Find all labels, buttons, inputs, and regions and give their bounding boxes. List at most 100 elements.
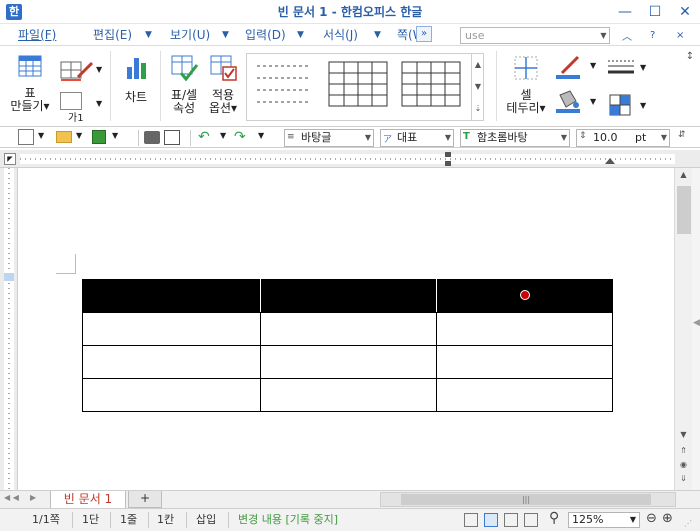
undo-dropdown[interactable]: ▼ [220,131,226,140]
command-dropdown-arrow[interactable]: ▼ [597,27,610,44]
table-cell[interactable] [82,279,261,313]
gallery-scroll-icon[interactable]: ▲ ▼ ⇣ [471,54,484,120]
panel-toggle-icon[interactable]: ◀ [693,318,700,328]
goto-icon[interactable]: ◉ [676,460,691,474]
open-folder-icon[interactable] [56,131,72,143]
maximize-button[interactable]: ☐ [640,0,670,24]
cell-split-dropdown[interactable]: ▼ [640,101,646,110]
minimize-button[interactable]: — [610,0,640,24]
ribbon-close-icon[interactable]: × [676,30,684,41]
tab-scroll-left-icon[interactable]: ◀ ◀ [4,493,19,502]
table-cell[interactable] [436,312,613,346]
table-cell-properties-button[interactable]: 표/셀 속성 [166,53,202,123]
status-page[interactable]: 1/1쪽 [32,509,60,531]
next-page-icon[interactable]: ⇓ [676,474,691,488]
zoom-out-icon[interactable]: ⊖ [646,511,657,526]
ribbon-scroll-icon[interactable]: ↕ [682,51,698,123]
line-style-dropdown[interactable]: ▼ [640,63,646,72]
chart-button[interactable]: 차트 [118,53,154,113]
save-icon[interactable] [92,130,106,144]
char-style-box-icon[interactable] [60,92,82,110]
status-insert-mode[interactable]: 삽입 [196,509,216,531]
menu-format[interactable]: 서식(J) [323,24,367,46]
cell-fill-button[interactable] [552,87,584,115]
apply-options-button[interactable]: 적용 옵션▾ [204,53,242,123]
menu-insert-arrow[interactable]: ▼ [297,24,304,46]
table-create-button[interactable]: 표 만들기▾ [10,53,50,123]
table-cell[interactable] [260,378,437,412]
outline-view-icon[interactable] [524,513,538,527]
cell-border-button[interactable]: 셀 테두리▾ [504,53,548,123]
close-button[interactable]: ✕ [670,0,700,24]
table-cell[interactable] [260,312,437,346]
web-view-icon[interactable] [504,513,518,527]
zoom-search-icon[interactable]: ⚲ [549,510,559,526]
help-icon[interactable]: ? [650,30,655,41]
new-dropdown[interactable]: ▼ [38,131,44,140]
table-row[interactable] [82,345,613,379]
redo-dropdown[interactable]: ▼ [258,131,264,140]
table-pen-dropdown[interactable]: ▼ [96,65,102,74]
scroll-up-arrow[interactable]: ▲ [676,170,691,184]
tab-scroll-right-icon[interactable]: ▶ [30,493,36,502]
open-dropdown[interactable]: ▼ [76,131,82,140]
char-style-dropdown[interactable]: ▼ [96,99,102,108]
command-input[interactable] [460,27,610,44]
table-pen-button[interactable] [58,57,94,81]
table-cell[interactable] [260,345,437,379]
ruler-corner-icon[interactable]: ◤ [4,153,16,165]
document-table[interactable] [82,279,613,412]
scroll-down-arrow[interactable]: ▼ [676,430,691,444]
page-view-icon[interactable] [484,513,498,527]
table-cell[interactable] [82,312,261,346]
font-combo[interactable]: 함초롬바탕 ▼ [460,129,570,147]
add-tab-button[interactable]: + [128,491,162,508]
menu-insert[interactable]: 입력(D) [245,24,289,46]
menu-edit[interactable]: 편집(E) [93,24,137,46]
menu-view[interactable]: 보기(U) [170,24,214,46]
menu-format-arrow[interactable]: ▼ [374,24,381,46]
table-cell[interactable] [260,279,437,313]
table-cell[interactable] [82,345,261,379]
menu-file[interactable]: 파일(F) [18,24,62,46]
vertical-ruler[interactable] [0,168,18,490]
menu-edit-arrow[interactable]: ▼ [145,24,152,46]
horizontal-scrollbar[interactable]: ||| [380,492,676,507]
horizontal-ruler[interactable]: ◤ [0,150,700,168]
table-row[interactable] [82,312,613,346]
table-style-gallery[interactable]: ▲ ▼ ⇣ [246,53,484,121]
status-track-changes[interactable]: 변경 내용 [기록 중지] [238,509,338,531]
menu-view-arrow[interactable]: ▼ [222,24,229,46]
print-preview-icon[interactable] [164,130,180,145]
vertical-scrollbar[interactable]: ▲ ▼ ⇑ ◉ ⇓ [674,168,692,490]
document-area[interactable] [18,168,674,490]
table-header-row[interactable] [82,279,613,313]
cell-split-button[interactable] [608,93,632,117]
prev-page-icon[interactable]: ⇑ [676,446,691,460]
side-panel-grip[interactable]: ◀ [692,168,700,490]
border-line-style-button[interactable] [606,57,636,79]
border-color-dropdown[interactable]: ▼ [590,61,596,70]
resize-grip-icon[interactable]: ⋰ [684,519,692,528]
normal-view-icon[interactable] [464,513,478,527]
scroll-thumb[interactable] [677,186,691,234]
horizontal-scroll-thumb[interactable]: ||| [401,494,651,505]
table-cell[interactable] [436,378,613,412]
toolbar-more-icon[interactable]: ⇵ [678,130,686,140]
font-size-combo[interactable]: 10.0 pt ▼ [576,129,670,147]
zoom-combo[interactable]: 125% ▼ [568,512,640,528]
tab-document-1[interactable]: 빈 문서 1 [50,491,126,509]
table-cell[interactable] [436,345,613,379]
menu-more-button[interactable]: » [416,26,432,42]
undo-icon[interactable]: ↶ [198,129,210,145]
redo-icon[interactable]: ↷ [234,129,246,145]
save-dropdown[interactable]: ▼ [112,131,118,140]
cell-fill-dropdown[interactable]: ▼ [590,97,596,106]
zoom-in-icon[interactable]: ⊕ [662,511,673,526]
new-document-icon[interactable] [18,129,34,145]
print-icon[interactable] [144,131,160,144]
table-row[interactable] [82,378,613,412]
collapse-ribbon-icon[interactable]: ︿ [622,28,632,43]
menu-page[interactable]: 쪽(W) [397,24,417,46]
style-combo[interactable]: 바탕글 ▼ [284,129,374,147]
